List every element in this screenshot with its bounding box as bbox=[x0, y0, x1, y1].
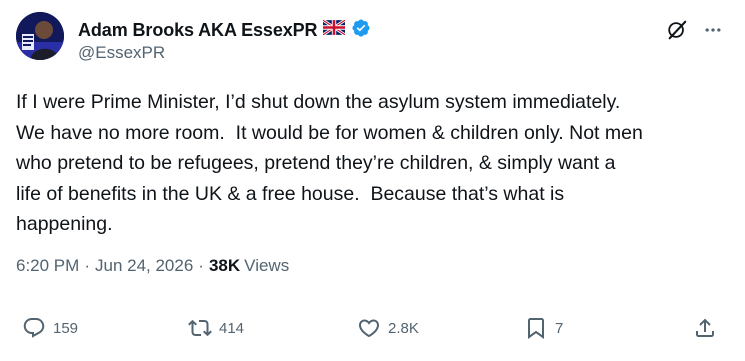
views-count: 38K bbox=[208, 256, 241, 275]
share-button[interactable] bbox=[693, 316, 717, 340]
author-handle[interactable]: @EssexPR bbox=[78, 43, 165, 63]
grok-icon bbox=[666, 19, 688, 46]
reply-button[interactable]: 159 bbox=[22, 316, 78, 340]
avatar[interactable] bbox=[16, 12, 64, 60]
bookmark-count: 7 bbox=[555, 319, 564, 337]
more-options-button[interactable] bbox=[700, 19, 726, 45]
author-display-name[interactable]: Adam Brooks AKA EssexPR bbox=[78, 20, 318, 41]
reply-count: 159 bbox=[53, 319, 79, 337]
more-dots-icon bbox=[703, 20, 723, 45]
meta-separator: · bbox=[198, 256, 204, 275]
bookmark-button[interactable]: 7 bbox=[524, 316, 563, 340]
repost-icon bbox=[188, 316, 212, 340]
uk-flag-icon bbox=[322, 18, 347, 40]
tweet-time[interactable]: 6:20 PM bbox=[16, 256, 79, 276]
like-count: 2.8K bbox=[388, 319, 419, 337]
heart-icon bbox=[357, 316, 381, 340]
author-name-row: Adam Brooks AKA EssexPR bbox=[78, 18, 371, 42]
repost-count: 414 bbox=[219, 319, 245, 337]
share-icon bbox=[693, 316, 717, 340]
tweet-date[interactable]: Jun 24, 2026 bbox=[95, 256, 193, 276]
verified-badge-icon bbox=[351, 18, 371, 43]
repost-button[interactable]: 414 bbox=[188, 316, 244, 340]
like-button[interactable]: 2.8K bbox=[357, 316, 419, 340]
reply-icon bbox=[22, 316, 46, 340]
tweet-meta: 6:20 PM · Jun 24, 2026 · 38K Views bbox=[16, 256, 289, 276]
grok-button[interactable] bbox=[664, 19, 690, 45]
meta-separator: · bbox=[84, 256, 90, 275]
views-label: Views bbox=[244, 256, 290, 275]
bookmark-icon bbox=[524, 316, 548, 340]
tweet-text: If I were Prime Minister, I’d shut down … bbox=[16, 91, 643, 235]
